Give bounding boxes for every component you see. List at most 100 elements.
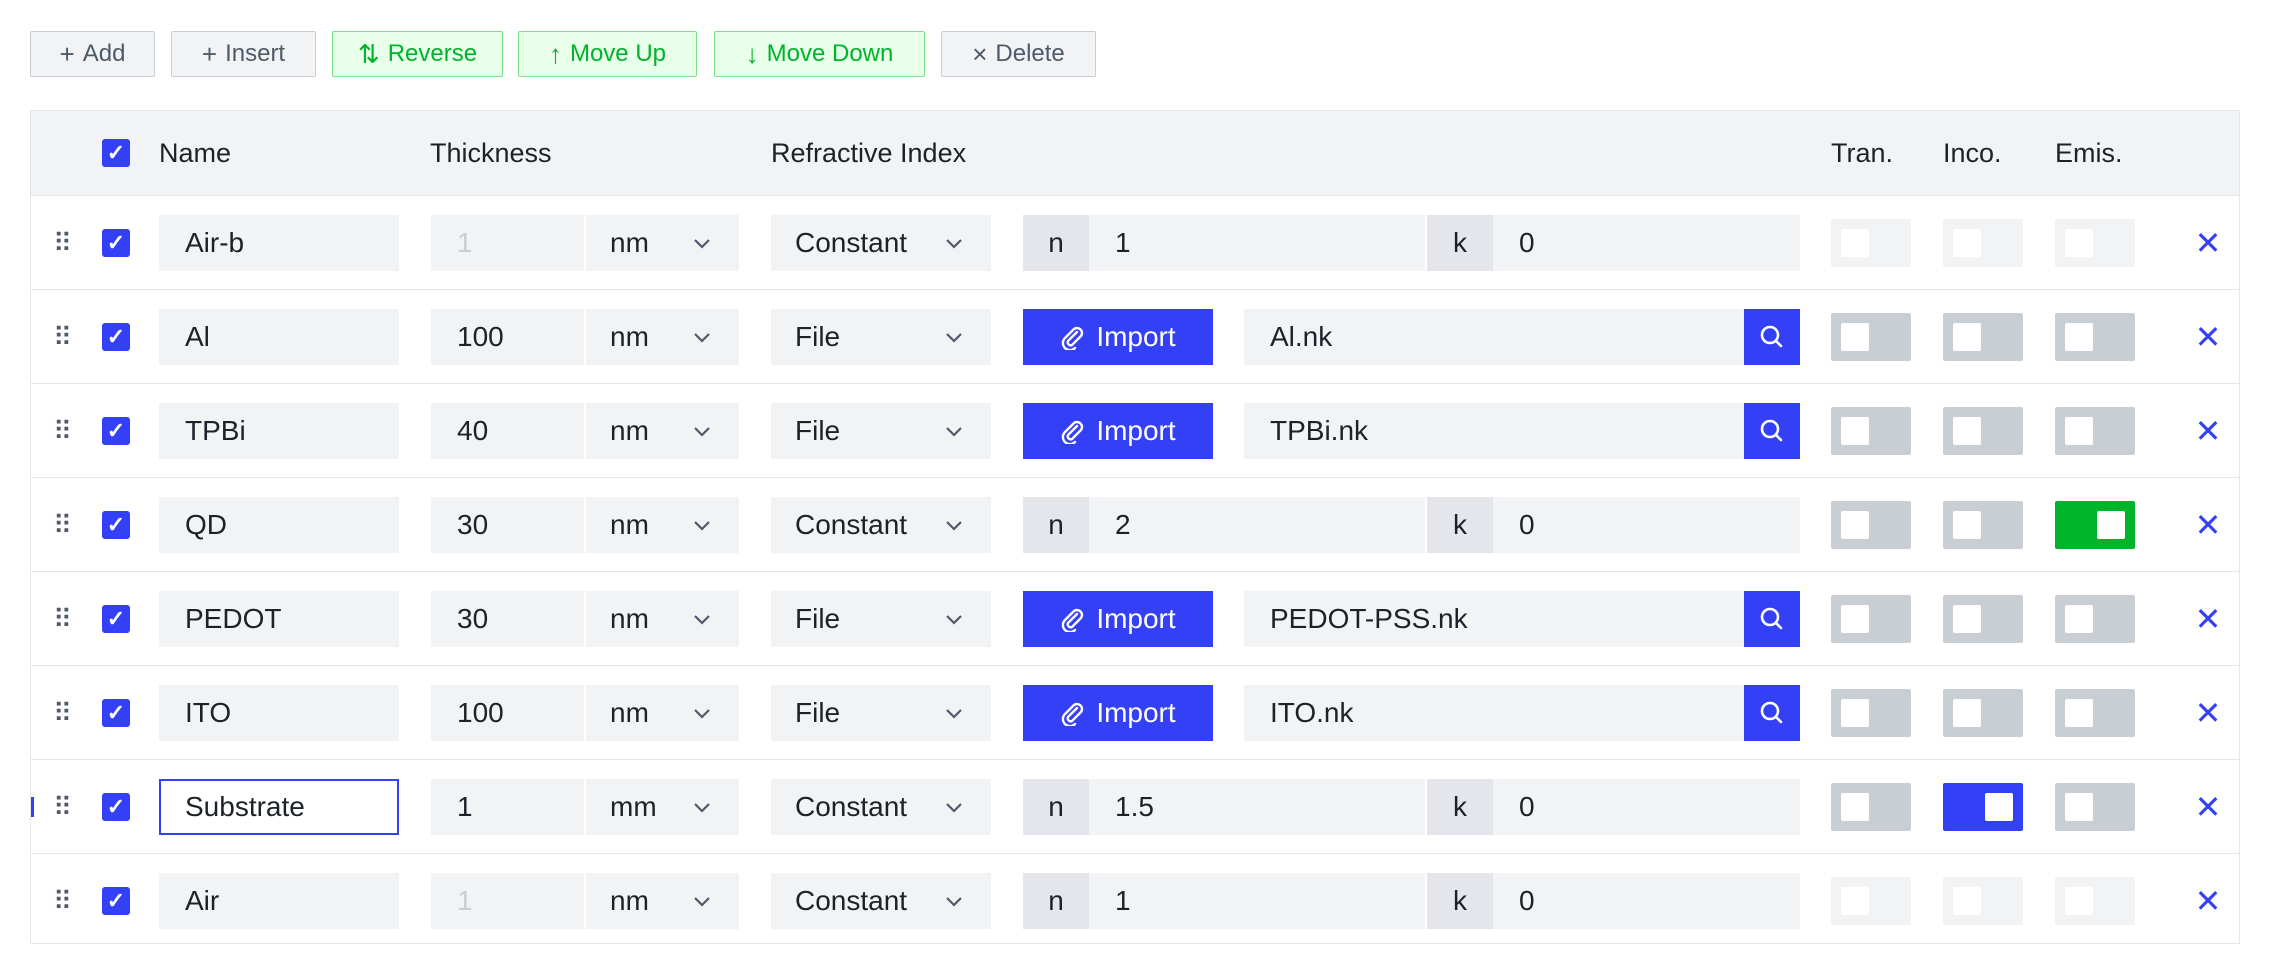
layer-name-input[interactable]: Substrate xyxy=(159,779,399,835)
delete-row-icon[interactable]: ✕ xyxy=(2194,227,2222,259)
emis-toggle[interactable] xyxy=(2055,407,2135,455)
emis-toggle[interactable] xyxy=(2055,877,2135,925)
inco-toggle[interactable] xyxy=(1943,877,2023,925)
nk-file-input[interactable]: TPBi.nk xyxy=(1244,403,1744,459)
delete-row-icon[interactable]: ✕ xyxy=(2194,509,2222,541)
inco-toggle[interactable] xyxy=(1943,219,2023,267)
unit-select[interactable]: nm xyxy=(586,873,739,929)
thickness-input[interactable]: 40 xyxy=(431,403,584,459)
thickness-input[interactable]: 100 xyxy=(431,309,584,365)
move-up-button[interactable]: ↑ Move Up xyxy=(518,31,697,77)
refractive-type-select[interactable]: File xyxy=(771,591,991,647)
drag-handle-icon[interactable]: ⠿ xyxy=(53,793,72,821)
unit-select[interactable]: nm xyxy=(586,591,739,647)
row-checkbox[interactable]: ✓ xyxy=(102,793,130,821)
emis-toggle[interactable] xyxy=(2055,313,2135,361)
refractive-type-select[interactable]: File xyxy=(771,309,991,365)
delete-row-icon[interactable]: ✕ xyxy=(2194,791,2222,823)
layer-name-input[interactable]: PEDOT xyxy=(159,591,399,647)
layer-name-input[interactable]: ITO xyxy=(159,685,399,741)
unit-select[interactable]: nm xyxy=(586,685,739,741)
drag-handle-icon[interactable]: ⠿ xyxy=(53,887,72,915)
row-checkbox[interactable]: ✓ xyxy=(102,417,130,445)
row-checkbox[interactable]: ✓ xyxy=(102,323,130,351)
inco-toggle[interactable] xyxy=(1943,407,2023,455)
import-button[interactable]: Import xyxy=(1023,591,1213,647)
inco-toggle[interactable] xyxy=(1943,783,2023,831)
delete-button[interactable]: × Delete xyxy=(941,31,1096,77)
thickness-input[interactable]: 1 xyxy=(431,215,584,271)
unit-select[interactable]: nm xyxy=(586,403,739,459)
k-input[interactable]: 0 xyxy=(1493,497,1800,553)
tran-toggle[interactable] xyxy=(1831,501,1911,549)
n-input[interactable]: 2 xyxy=(1089,497,1425,553)
thickness-input[interactable]: 30 xyxy=(431,591,584,647)
import-button[interactable]: Import xyxy=(1023,403,1213,459)
delete-row-icon[interactable]: ✕ xyxy=(2194,321,2222,353)
refractive-type-select[interactable]: Constant xyxy=(771,497,991,553)
drag-handle-icon[interactable]: ⠿ xyxy=(53,699,72,727)
emis-toggle[interactable] xyxy=(2055,783,2135,831)
k-input[interactable]: 0 xyxy=(1493,873,1800,929)
layer-name-input[interactable]: TPBi xyxy=(159,403,399,459)
k-input[interactable]: 0 xyxy=(1493,779,1800,835)
nk-file-input[interactable]: Al.nk xyxy=(1244,309,1744,365)
select-all-checkbox[interactable]: ✓ xyxy=(102,139,130,167)
unit-select[interactable]: mm xyxy=(586,779,739,835)
search-file-button[interactable] xyxy=(1744,309,1800,365)
delete-row-icon[interactable]: ✕ xyxy=(2194,885,2222,917)
drag-handle-icon[interactable]: ⠿ xyxy=(53,605,72,633)
n-input[interactable]: 1 xyxy=(1089,215,1425,271)
delete-row-icon[interactable]: ✕ xyxy=(2194,415,2222,447)
drag-handle-icon[interactable]: ⠿ xyxy=(53,229,72,257)
layer-name-input[interactable]: Air-b xyxy=(159,215,399,271)
move-down-button[interactable]: ↓ Move Down xyxy=(714,31,925,77)
reverse-button[interactable]: ⇅ Reverse xyxy=(332,31,503,77)
unit-select[interactable]: nm xyxy=(586,215,739,271)
unit-select[interactable]: nm xyxy=(586,309,739,365)
refractive-type-select[interactable]: File xyxy=(771,403,991,459)
thickness-input[interactable]: 30 xyxy=(431,497,584,553)
row-checkbox[interactable]: ✓ xyxy=(102,511,130,539)
thickness-input[interactable]: 100 xyxy=(431,685,584,741)
drag-handle-icon[interactable]: ⠿ xyxy=(53,323,72,351)
thickness-input[interactable]: 1 xyxy=(431,779,584,835)
refractive-type-select[interactable]: Constant xyxy=(771,779,991,835)
drag-handle-icon[interactable]: ⠿ xyxy=(53,511,72,539)
tran-toggle[interactable] xyxy=(1831,595,1911,643)
row-checkbox[interactable]: ✓ xyxy=(102,605,130,633)
tran-toggle[interactable] xyxy=(1831,877,1911,925)
inco-toggle[interactable] xyxy=(1943,689,2023,737)
n-input[interactable]: 1 xyxy=(1089,873,1425,929)
add-button[interactable]: + Add xyxy=(30,31,155,77)
drag-handle-icon[interactable]: ⠿ xyxy=(53,417,72,445)
row-checkbox[interactable]: ✓ xyxy=(102,887,130,915)
row-checkbox[interactable]: ✓ xyxy=(102,229,130,257)
emis-toggle[interactable] xyxy=(2055,501,2135,549)
tran-toggle[interactable] xyxy=(1831,219,1911,267)
refractive-type-select[interactable]: Constant xyxy=(771,215,991,271)
inco-toggle[interactable] xyxy=(1943,501,2023,549)
thickness-input[interactable]: 1 xyxy=(431,873,584,929)
import-button[interactable]: Import xyxy=(1023,309,1213,365)
tran-toggle[interactable] xyxy=(1831,783,1911,831)
row-checkbox[interactable]: ✓ xyxy=(102,699,130,727)
inco-toggle[interactable] xyxy=(1943,595,2023,643)
search-file-button[interactable] xyxy=(1744,685,1800,741)
delete-row-icon[interactable]: ✕ xyxy=(2194,603,2222,635)
nk-file-input[interactable]: ITO.nk xyxy=(1244,685,1744,741)
refractive-type-select[interactable]: File xyxy=(771,685,991,741)
layer-name-input[interactable]: Air xyxy=(159,873,399,929)
emis-toggle[interactable] xyxy=(2055,219,2135,267)
emis-toggle[interactable] xyxy=(2055,595,2135,643)
search-file-button[interactable] xyxy=(1744,403,1800,459)
emis-toggle[interactable] xyxy=(2055,689,2135,737)
layer-name-input[interactable]: Al xyxy=(159,309,399,365)
search-file-button[interactable] xyxy=(1744,591,1800,647)
refractive-type-select[interactable]: Constant xyxy=(771,873,991,929)
n-input[interactable]: 1.5 xyxy=(1089,779,1425,835)
tran-toggle[interactable] xyxy=(1831,407,1911,455)
delete-row-icon[interactable]: ✕ xyxy=(2194,697,2222,729)
insert-button[interactable]: + Insert xyxy=(171,31,316,77)
unit-select[interactable]: nm xyxy=(586,497,739,553)
